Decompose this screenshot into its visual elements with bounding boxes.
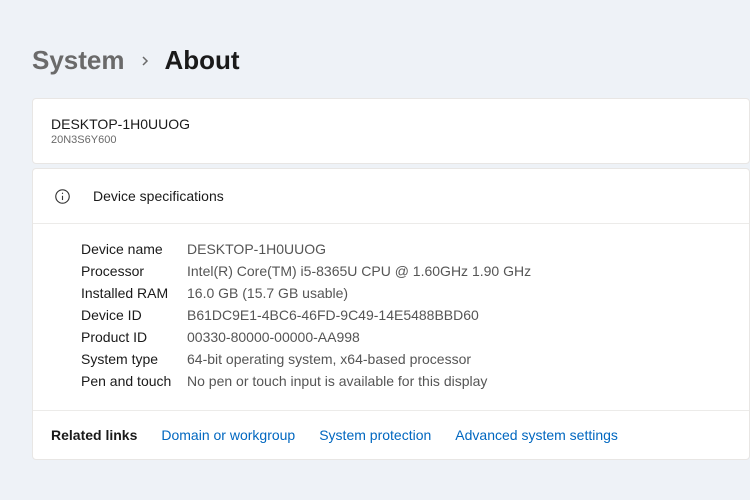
spec-value: No pen or touch input is available for t… — [187, 373, 487, 389]
spec-label: Device ID — [81, 307, 187, 323]
spec-row-pen-touch: Pen and touch No pen or touch input is a… — [81, 370, 731, 392]
computer-name-card: DESKTOP-1H0UUOG 20N3S6Y600 — [32, 98, 750, 164]
spec-label: Pen and touch — [81, 373, 187, 389]
spec-row-device-id: Device ID B61DC9E1-4BC6-46FD-9C49-14E548… — [81, 304, 731, 326]
computer-model: 20N3S6Y600 — [51, 133, 731, 147]
spec-row-product-id: Product ID 00330-80000-00000-AA998 — [81, 326, 731, 348]
breadcrumb-parent[interactable]: System — [32, 45, 125, 76]
breadcrumb-current: About — [165, 45, 240, 76]
spec-label: Product ID — [81, 329, 187, 345]
spec-value: Intel(R) Core(TM) i5-8365U CPU @ 1.60GHz… — [187, 263, 531, 279]
spec-row-system-type: System type 64-bit operating system, x64… — [81, 348, 731, 370]
spec-row-device-name: Device name DESKTOP-1H0UUOG — [81, 238, 731, 260]
spec-label: Device name — [81, 241, 187, 257]
spec-value: 64-bit operating system, x64-based proce… — [187, 351, 471, 367]
link-domain-workgroup[interactable]: Domain or workgroup — [161, 427, 295, 443]
chevron-right-icon — [139, 55, 151, 67]
spec-label: Processor — [81, 263, 187, 279]
link-advanced-system-settings[interactable]: Advanced system settings — [455, 427, 618, 443]
related-links-row: Related links Domain or workgroup System… — [33, 410, 749, 459]
spec-value: DESKTOP-1H0UUOG — [187, 241, 326, 257]
device-specs-header[interactable]: Device specifications — [33, 169, 749, 224]
info-icon — [53, 187, 71, 205]
device-specs-card: Device specifications Device name DESKTO… — [32, 168, 750, 460]
spec-value: 00330-80000-00000-AA998 — [187, 329, 360, 345]
breadcrumb: System About — [32, 45, 750, 76]
spec-value: B61DC9E1-4BC6-46FD-9C49-14E5488BBD60 — [187, 307, 479, 323]
device-specs-body: Device name DESKTOP-1H0UUOG Processor In… — [33, 224, 749, 410]
spec-label: Installed RAM — [81, 285, 187, 301]
spec-row-ram: Installed RAM 16.0 GB (15.7 GB usable) — [81, 282, 731, 304]
computer-name: DESKTOP-1H0UUOG — [51, 115, 731, 133]
spec-label: System type — [81, 351, 187, 367]
spec-value: 16.0 GB (15.7 GB usable) — [187, 285, 348, 301]
related-links-label: Related links — [51, 427, 137, 443]
spec-row-processor: Processor Intel(R) Core(TM) i5-8365U CPU… — [81, 260, 731, 282]
device-specs-title: Device specifications — [93, 188, 224, 204]
link-system-protection[interactable]: System protection — [319, 427, 431, 443]
